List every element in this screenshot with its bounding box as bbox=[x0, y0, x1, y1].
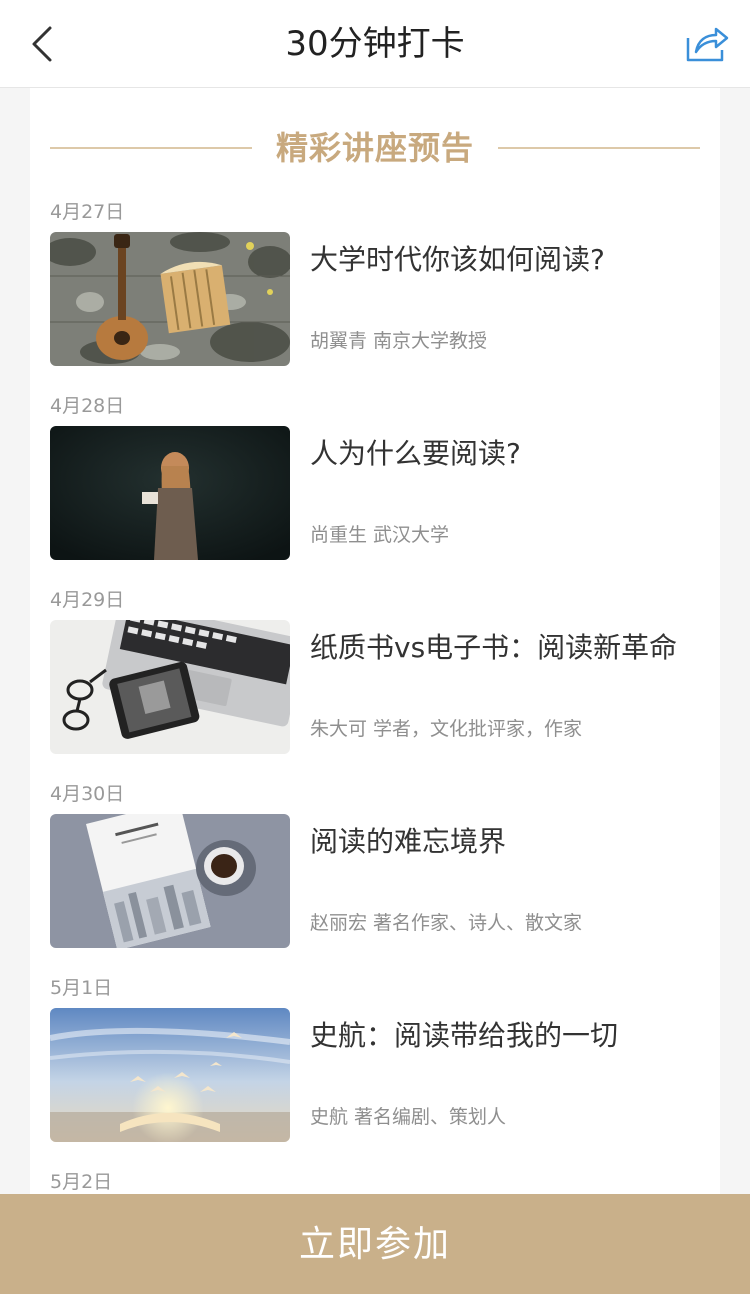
lecture-item[interactable]: 4月29日 纸质书vs电子书：阅读新革命 朱大可 学者，文化批评家，作家 bbox=[50, 586, 700, 766]
lecture-thumbnail-woman-reading bbox=[50, 426, 290, 560]
lecture-speaker: 史航 著名编剧、策划人 bbox=[310, 1106, 507, 1128]
lecture-date: 4月28日 bbox=[50, 395, 125, 417]
section-header: 精彩讲座预告 bbox=[50, 126, 700, 170]
lecture-list-card: 精彩讲座预告 4月27日 大学时代你该如何阅读? 胡翼青 南京大学教授 4月28… bbox=[30, 88, 720, 1194]
lecture-item[interactable]: 4月28日 人为什么要阅读? 尚重生 武汉大学 bbox=[50, 392, 700, 572]
lecture-title: 纸质书vs电子书：阅读新革命 bbox=[310, 631, 678, 664]
lecture-date: 5月2日 bbox=[50, 1171, 113, 1193]
lecture-date: 4月27日 bbox=[50, 201, 125, 223]
lecture-item[interactable]: 5月2日 bbox=[50, 1168, 700, 1194]
lecture-speaker: 胡翼青 南京大学教授 bbox=[310, 330, 488, 352]
share-button[interactable] bbox=[682, 22, 732, 66]
lecture-title: 阅读的难忘境界 bbox=[310, 825, 507, 858]
section-divider-right bbox=[498, 147, 700, 149]
join-now-button[interactable]: 立即参加 bbox=[0, 1194, 750, 1294]
lecture-date: 4月30日 bbox=[50, 783, 125, 805]
lecture-speaker: 朱大可 学者，文化批评家，作家 bbox=[310, 718, 583, 740]
lecture-item[interactable]: 4月27日 大学时代你该如何阅读? 胡翼青 南京大学教授 bbox=[50, 198, 700, 378]
lecture-date: 5月1日 bbox=[50, 977, 113, 999]
lecture-item[interactable]: 4月30日 阅读的难忘境界 赵丽宏 著名作家、诗人、散文家 bbox=[50, 780, 700, 960]
lecture-thumbnail-book-birds bbox=[50, 1008, 290, 1142]
lecture-title: 人为什么要阅读? bbox=[310, 437, 521, 470]
lecture-title: 大学时代你该如何阅读? bbox=[310, 243, 605, 276]
page-title: 30分钟打卡 bbox=[285, 24, 465, 64]
lecture-date: 4月29日 bbox=[50, 589, 125, 611]
lecture-speaker: 尚重生 武汉大学 bbox=[310, 524, 450, 546]
nav-bar: 30分钟打卡 bbox=[0, 0, 750, 88]
share-icon bbox=[686, 27, 729, 62]
lecture-speaker: 赵丽宏 著名作家、诗人、散文家 bbox=[310, 912, 583, 934]
lecture-thumbnail-guitar-books bbox=[50, 232, 290, 366]
lecture-item[interactable]: 5月1日 史航：阅读带给我的一切 史航 著名编剧、策划人 bbox=[50, 974, 700, 1154]
lecture-thumbnail-magazine-coffee bbox=[50, 814, 290, 948]
lecture-title: 史航：阅读带给我的一切 bbox=[310, 1019, 619, 1052]
lecture-thumbnail-laptop-ereader bbox=[50, 620, 290, 754]
